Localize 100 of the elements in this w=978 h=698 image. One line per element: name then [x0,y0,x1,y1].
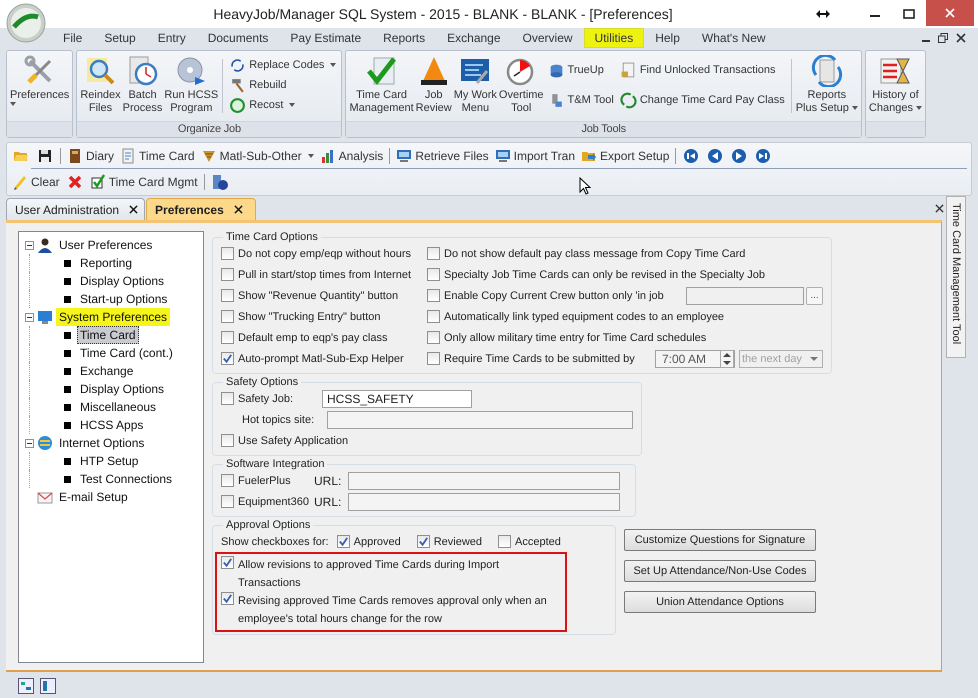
ribbon-button[interactable]: T&M Tool [546,90,615,110]
toolbar-button[interactable]: Analysis [316,146,386,166]
menu-item[interactable]: Overview [512,28,584,48]
ribbon-button[interactable]: Find Unlocked Transactions [618,60,786,80]
menu-item[interactable]: Reports [372,28,436,48]
tree-item[interactable]: HCSS Apps [77,416,146,434]
ribbon-button[interactable]: History of Changes [868,53,923,121]
tree-item[interactable]: Internet Options [56,434,148,452]
spin-buttons-icon[interactable] [720,350,734,368]
tree-item[interactable]: Display Options [77,272,168,290]
checkbox[interactable] [427,289,440,302]
ribbon-button[interactable]: Run HCSS Program [163,53,220,121]
checkbox[interactable] [427,310,440,323]
menu-item[interactable]: Utilities [584,28,644,48]
ribbon-button[interactable]: Overtime Tool [498,53,545,121]
ribbon-button[interactable]: Batch Process [122,53,164,121]
checkbox[interactable] [221,352,234,365]
panel-icon[interactable] [40,678,56,694]
input-field[interactable]: HCSS_SAFETY [322,390,472,408]
checkbox[interactable] [221,268,234,281]
tree-item[interactable]: Time Card [77,326,139,344]
group-title: Safety Options [225,376,300,388]
close-icon[interactable] [129,205,138,214]
time-field[interactable]: 7:00 AM [655,350,735,368]
menu-item[interactable]: What's New [690,28,777,48]
checkbox[interactable] [416,535,430,548]
menu-item[interactable]: Setup [93,28,147,48]
tab[interactable]: User Administration [6,198,146,220]
tree-item[interactable]: Test Connections [77,470,176,488]
menu-item[interactable]: Entry [146,28,197,48]
tree-item[interactable]: User Preferences [56,236,156,254]
tree-item[interactable]: Display Options [77,380,168,398]
toolbar-button[interactable]: Export Setup [578,146,672,166]
checkbox[interactable] [427,352,440,365]
toolbar-button[interactable]: Clear [9,172,63,192]
checkbox[interactable] [221,474,234,487]
checkbox[interactable] [336,535,350,548]
checkbox[interactable] [221,392,234,405]
toolbar-button[interactable]: Time Card [117,146,198,166]
collapse-icon[interactable] [25,312,34,322]
collapse-icon[interactable] [25,240,34,250]
checkbox[interactable] [427,247,440,260]
toolbar-button[interactable]: Import Tran [492,146,578,166]
ribbon-button[interactable]: Reports Plus Setup [794,53,859,121]
side-tab[interactable]: Time Card Management Tool [946,196,966,358]
menu-item[interactable]: Documents [196,28,280,48]
input-field[interactable] [348,492,620,510]
tree-view-icon[interactable] [18,678,34,694]
ribbon-button[interactable]: Rebuild [228,76,338,94]
restore-icon[interactable] [938,33,948,43]
close-button[interactable] [926,0,974,26]
checkbox[interactable] [221,556,234,569]
push-button[interactable]: Customize Questions for Signature [624,529,816,551]
ribbon-button[interactable]: Reindex Files [79,53,122,121]
ribbon-button[interactable]: My Work Menu [452,53,498,121]
input-field[interactable] [348,472,620,490]
checkbox[interactable] [427,268,440,281]
tree-item[interactable]: Reporting [77,254,136,272]
ribbon-button[interactable]: TrueUp [546,60,615,80]
toolbar-button[interactable]: Matl-Sub-Other [198,146,317,166]
tree-item[interactable]: HTP Setup [77,452,142,470]
tree-item[interactable]: E-mail Setup [56,488,131,506]
logo-icon[interactable] [6,3,46,43]
tree-item[interactable]: Start-up Options [77,290,170,308]
input-field[interactable] [327,410,633,428]
checkbox[interactable] [221,434,234,447]
menu-item[interactable]: File [52,28,94,48]
checkbox[interactable] [221,495,234,508]
ribbon-button[interactable]: Recost [228,96,338,114]
ribbon-button[interactable]: Time Card Management [348,53,415,121]
tree-item[interactable]: System Preferences [56,308,170,326]
tree-item[interactable]: Miscellaneous [77,398,160,416]
browse-button[interactable]: ... [806,286,823,304]
close-icon[interactable] [234,205,243,214]
close-icon[interactable] [956,33,966,43]
checkbox[interactable] [221,331,234,344]
ribbon-button[interactable]: Preferences [9,53,70,121]
toolbar-button[interactable]: Time Card Mgmt [86,172,201,192]
ribbon-button[interactable]: Change Time Card Pay Class [618,90,786,110]
checkbox[interactable] [221,310,234,323]
ribbon-button[interactable]: Replace Codes [228,56,338,74]
menu-item[interactable]: Pay Estimate [279,28,372,48]
close-icon[interactable] [935,204,944,213]
input-field[interactable] [686,286,804,304]
checkbox[interactable] [221,289,234,302]
push-button[interactable]: Union Attendance Options [624,591,816,613]
collapse-icon[interactable] [25,438,34,448]
checkbox[interactable] [498,535,512,548]
tree-item[interactable]: Time Card (cont.) [77,344,176,362]
menu-item[interactable]: Exchange [436,28,512,48]
toolbar-button[interactable]: Diary [64,146,118,166]
tab[interactable]: Preferences [146,198,256,220]
tree-item[interactable]: Exchange [77,362,136,380]
push-button[interactable]: Set Up Attendance/Non-Use Codes [624,560,816,582]
checkbox[interactable] [427,331,440,344]
toolbar-button[interactable]: Retrieve Files [393,146,492,166]
checkbox[interactable] [221,592,234,605]
menu-item[interactable]: Help [644,28,691,48]
checkbox[interactable] [221,247,234,260]
ribbon-button[interactable]: Job Review [414,53,453,121]
